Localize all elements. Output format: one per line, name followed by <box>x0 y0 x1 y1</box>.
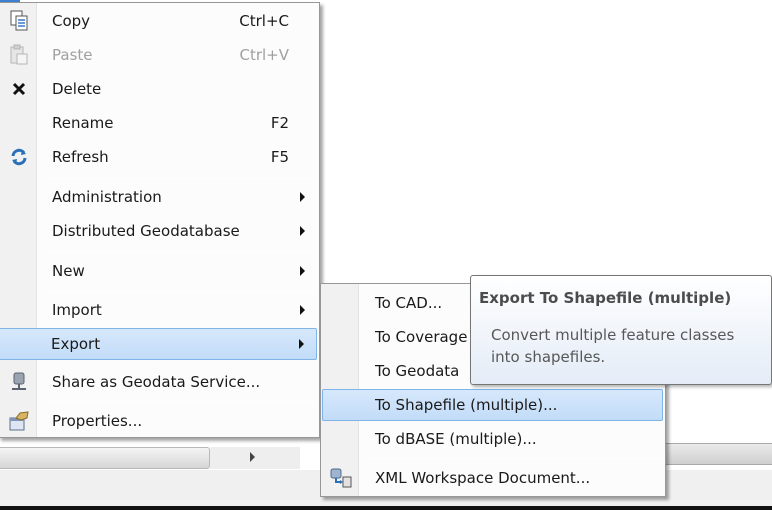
menu-item-administration[interactable]: Administration <box>1 181 317 213</box>
menu-item-label: To Geodata <box>375 362 460 380</box>
menu-item-label: Rename <box>52 114 114 132</box>
menu-item-share-as-geodata-service[interactable]: Share as Geodata Service... <box>1 366 317 398</box>
menu-item-refresh[interactable]: Refresh F5 <box>1 141 317 173</box>
menu-separator <box>371 458 661 459</box>
scroll-right-arrow-icon[interactable] <box>250 452 255 462</box>
submenu-item-to-shapefile-multiple[interactable]: To Shapefile (multiple)... <box>322 389 663 421</box>
menu-item-shortcut: F5 <box>270 148 289 166</box>
submenu-arrow-icon <box>300 192 305 202</box>
menu-item-shortcut: F2 <box>270 114 289 132</box>
menu-item-label: XML Workspace Document... <box>375 469 591 487</box>
horizontal-scrollbar-thumb[interactable] <box>0 447 210 469</box>
menu-item-label: New <box>52 262 85 280</box>
menu-item-distributed-geodatabase[interactable]: Distributed Geodatabase <box>1 215 317 247</box>
properties-icon <box>7 409 31 433</box>
menu-item-rename[interactable]: Rename F2 <box>1 107 317 139</box>
menu-item-label: Paste <box>52 46 93 64</box>
paste-icon <box>7 43 31 67</box>
menu-item-label: To CAD... <box>375 294 443 312</box>
menu-item-properties[interactable]: Properties... <box>1 405 317 437</box>
menu-item-label: Administration <box>52 188 162 206</box>
tooltip-title: Export To Shapefile (multiple) <box>479 289 732 307</box>
tooltip: Export To Shapefile (multiple) Convert m… <box>470 275 772 385</box>
menu-item-copy[interactable]: Copy Ctrl+C <box>1 5 317 37</box>
menu-item-shortcut: Ctrl+C <box>239 12 289 30</box>
menu-item-label: Copy <box>52 12 91 30</box>
context-menu: Copy Ctrl+C Paste Ctrl+V Delete Rename F… <box>0 2 320 438</box>
menu-item-shortcut: Ctrl+V <box>239 46 289 64</box>
menu-separator <box>49 401 315 402</box>
menu-item-label: To Shapefile (multiple)... <box>375 396 558 414</box>
xml-workspace-icon <box>329 466 353 490</box>
menu-separator <box>49 178 315 179</box>
menu-item-label: Distributed Geodatabase <box>52 222 240 240</box>
submenu-arrow-icon <box>299 339 304 349</box>
menu-item-label: Properties... <box>52 412 143 430</box>
menu-item-label: Share as Geodata Service... <box>52 373 261 391</box>
menu-separator <box>49 291 315 292</box>
submenu-item-to-dbase-multiple[interactable]: To dBASE (multiple)... <box>323 423 663 455</box>
menu-item-export[interactable]: Export <box>0 328 317 360</box>
menu-item-new[interactable]: New <box>1 255 317 287</box>
geodata-service-icon <box>7 370 31 394</box>
menu-separator <box>49 252 315 253</box>
taskbar-edge <box>0 506 772 510</box>
tooltip-body: Convert multiple feature classes into sh… <box>491 326 735 366</box>
submenu-item-xml-workspace-document[interactable]: XML Workspace Document... <box>323 462 663 494</box>
copy-icon <box>7 9 31 33</box>
menu-item-label: Import <box>52 301 102 319</box>
submenu-arrow-icon <box>300 305 305 315</box>
menu-item-delete[interactable]: Delete <box>1 73 317 105</box>
menu-item-import[interactable]: Import <box>1 294 317 326</box>
menu-item-label: To dBASE (multiple)... <box>375 430 537 448</box>
delete-icon <box>7 77 31 101</box>
menu-item-label: Delete <box>52 80 102 98</box>
submenu-arrow-icon <box>300 226 305 236</box>
menu-item-label: Refresh <box>52 148 109 166</box>
submenu-arrow-icon <box>300 266 305 276</box>
refresh-icon <box>7 145 31 169</box>
menu-item-label: To Coverage <box>375 328 468 346</box>
menu-item-label: Export <box>51 335 101 353</box>
menu-item-paste[interactable]: Paste Ctrl+V <box>1 39 317 71</box>
horizontal-scrollbar-track[interactable] <box>210 447 300 469</box>
